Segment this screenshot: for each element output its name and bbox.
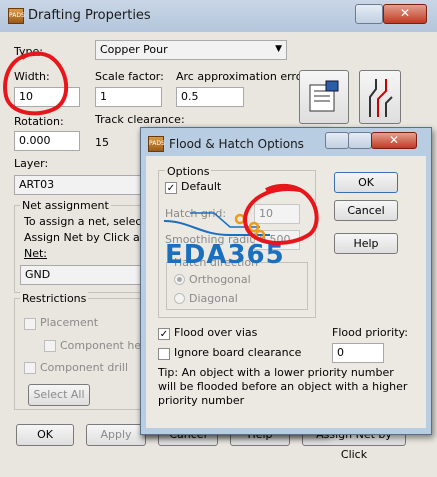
annotation-layer [3,51,319,245]
red-circle-hatch-grid-annotation [243,183,319,245]
red-circle-width-annotation [3,51,69,116]
